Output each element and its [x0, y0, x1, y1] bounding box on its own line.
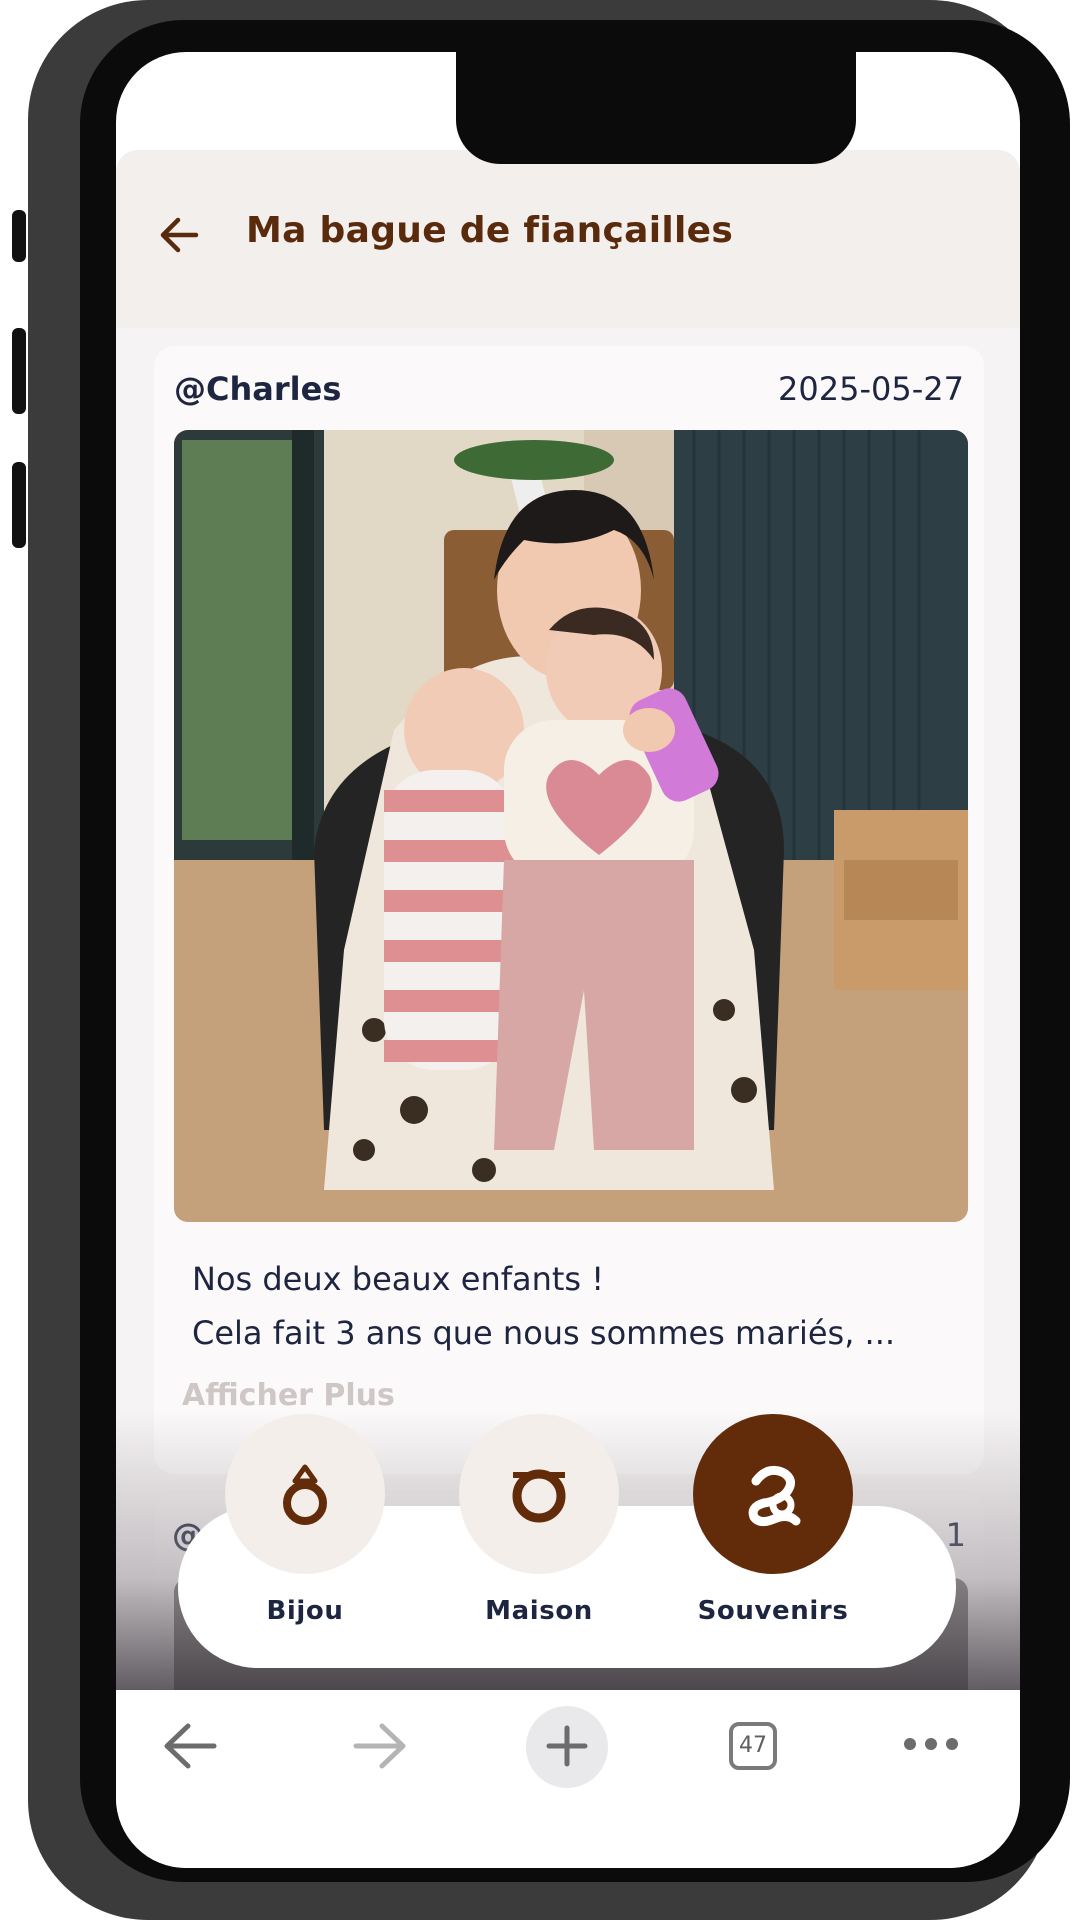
app-header: Ma bague de fiançailles	[116, 150, 1020, 328]
show-more-link[interactable]: Afficher Plus	[182, 1378, 395, 1413]
category-bijou[interactable]: Bijou	[220, 1414, 390, 1626]
phone-screen: Ma bague de fiançailles @Charles 2025-05…	[116, 52, 1020, 1868]
category-bijou-label: Bijou	[266, 1596, 344, 1626]
post-caption-line-1: Nos deux beaux enfants !	[192, 1260, 605, 1298]
photo-of-family-icon	[174, 430, 968, 1222]
category-maison-circle[interactable]	[459, 1414, 619, 1574]
plus-icon[interactable]	[545, 1724, 589, 1768]
notch	[456, 52, 856, 164]
post-author[interactable]: @Charles	[174, 370, 341, 408]
ring-icon	[283, 1464, 327, 1525]
category-souvenirs-label: Souvenirs	[697, 1596, 849, 1626]
post-caption-line-2: Cela fait 3 ans que nous sommes mariés, …	[192, 1314, 896, 1352]
side-button-mute	[12, 210, 26, 262]
post-date: 2025-05-27	[778, 370, 964, 408]
back-arrow-icon[interactable]	[156, 212, 202, 258]
category-nav: Bijou Maison Souvenirs	[178, 1414, 956, 1668]
post-photo[interactable]	[174, 430, 968, 1222]
category-souvenirs-circle[interactable]	[693, 1414, 853, 1574]
house-letter-icon	[512, 1469, 566, 1523]
browser-back-icon[interactable]	[160, 1720, 220, 1772]
side-button-volume-up	[12, 328, 26, 414]
browser-toolbar: 47	[116, 1692, 1020, 1868]
browser-forward-icon[interactable]	[350, 1720, 410, 1772]
category-bijou-circle[interactable]	[225, 1414, 385, 1574]
category-maison[interactable]: Maison	[454, 1414, 624, 1626]
category-souvenirs[interactable]: Souvenirs	[688, 1414, 858, 1626]
side-button-volume-down	[12, 462, 26, 548]
category-maison-label: Maison	[485, 1596, 593, 1626]
phone-frame: Ma bague de fiançailles @Charles 2025-05…	[12, 0, 1070, 1920]
tab-count-button[interactable]: 47	[729, 1722, 777, 1770]
more-options-icon[interactable]	[902, 1736, 960, 1752]
post-caption: Nos deux beaux enfants ! Cela fait 3 ans…	[192, 1252, 952, 1360]
page-title: Ma bague de fiançailles	[246, 210, 734, 251]
memories-letter-icon	[748, 1465, 801, 1527]
post-card[interactable]: @Charles 2025-05-27 Nos deux beaux enfan…	[154, 346, 984, 1474]
